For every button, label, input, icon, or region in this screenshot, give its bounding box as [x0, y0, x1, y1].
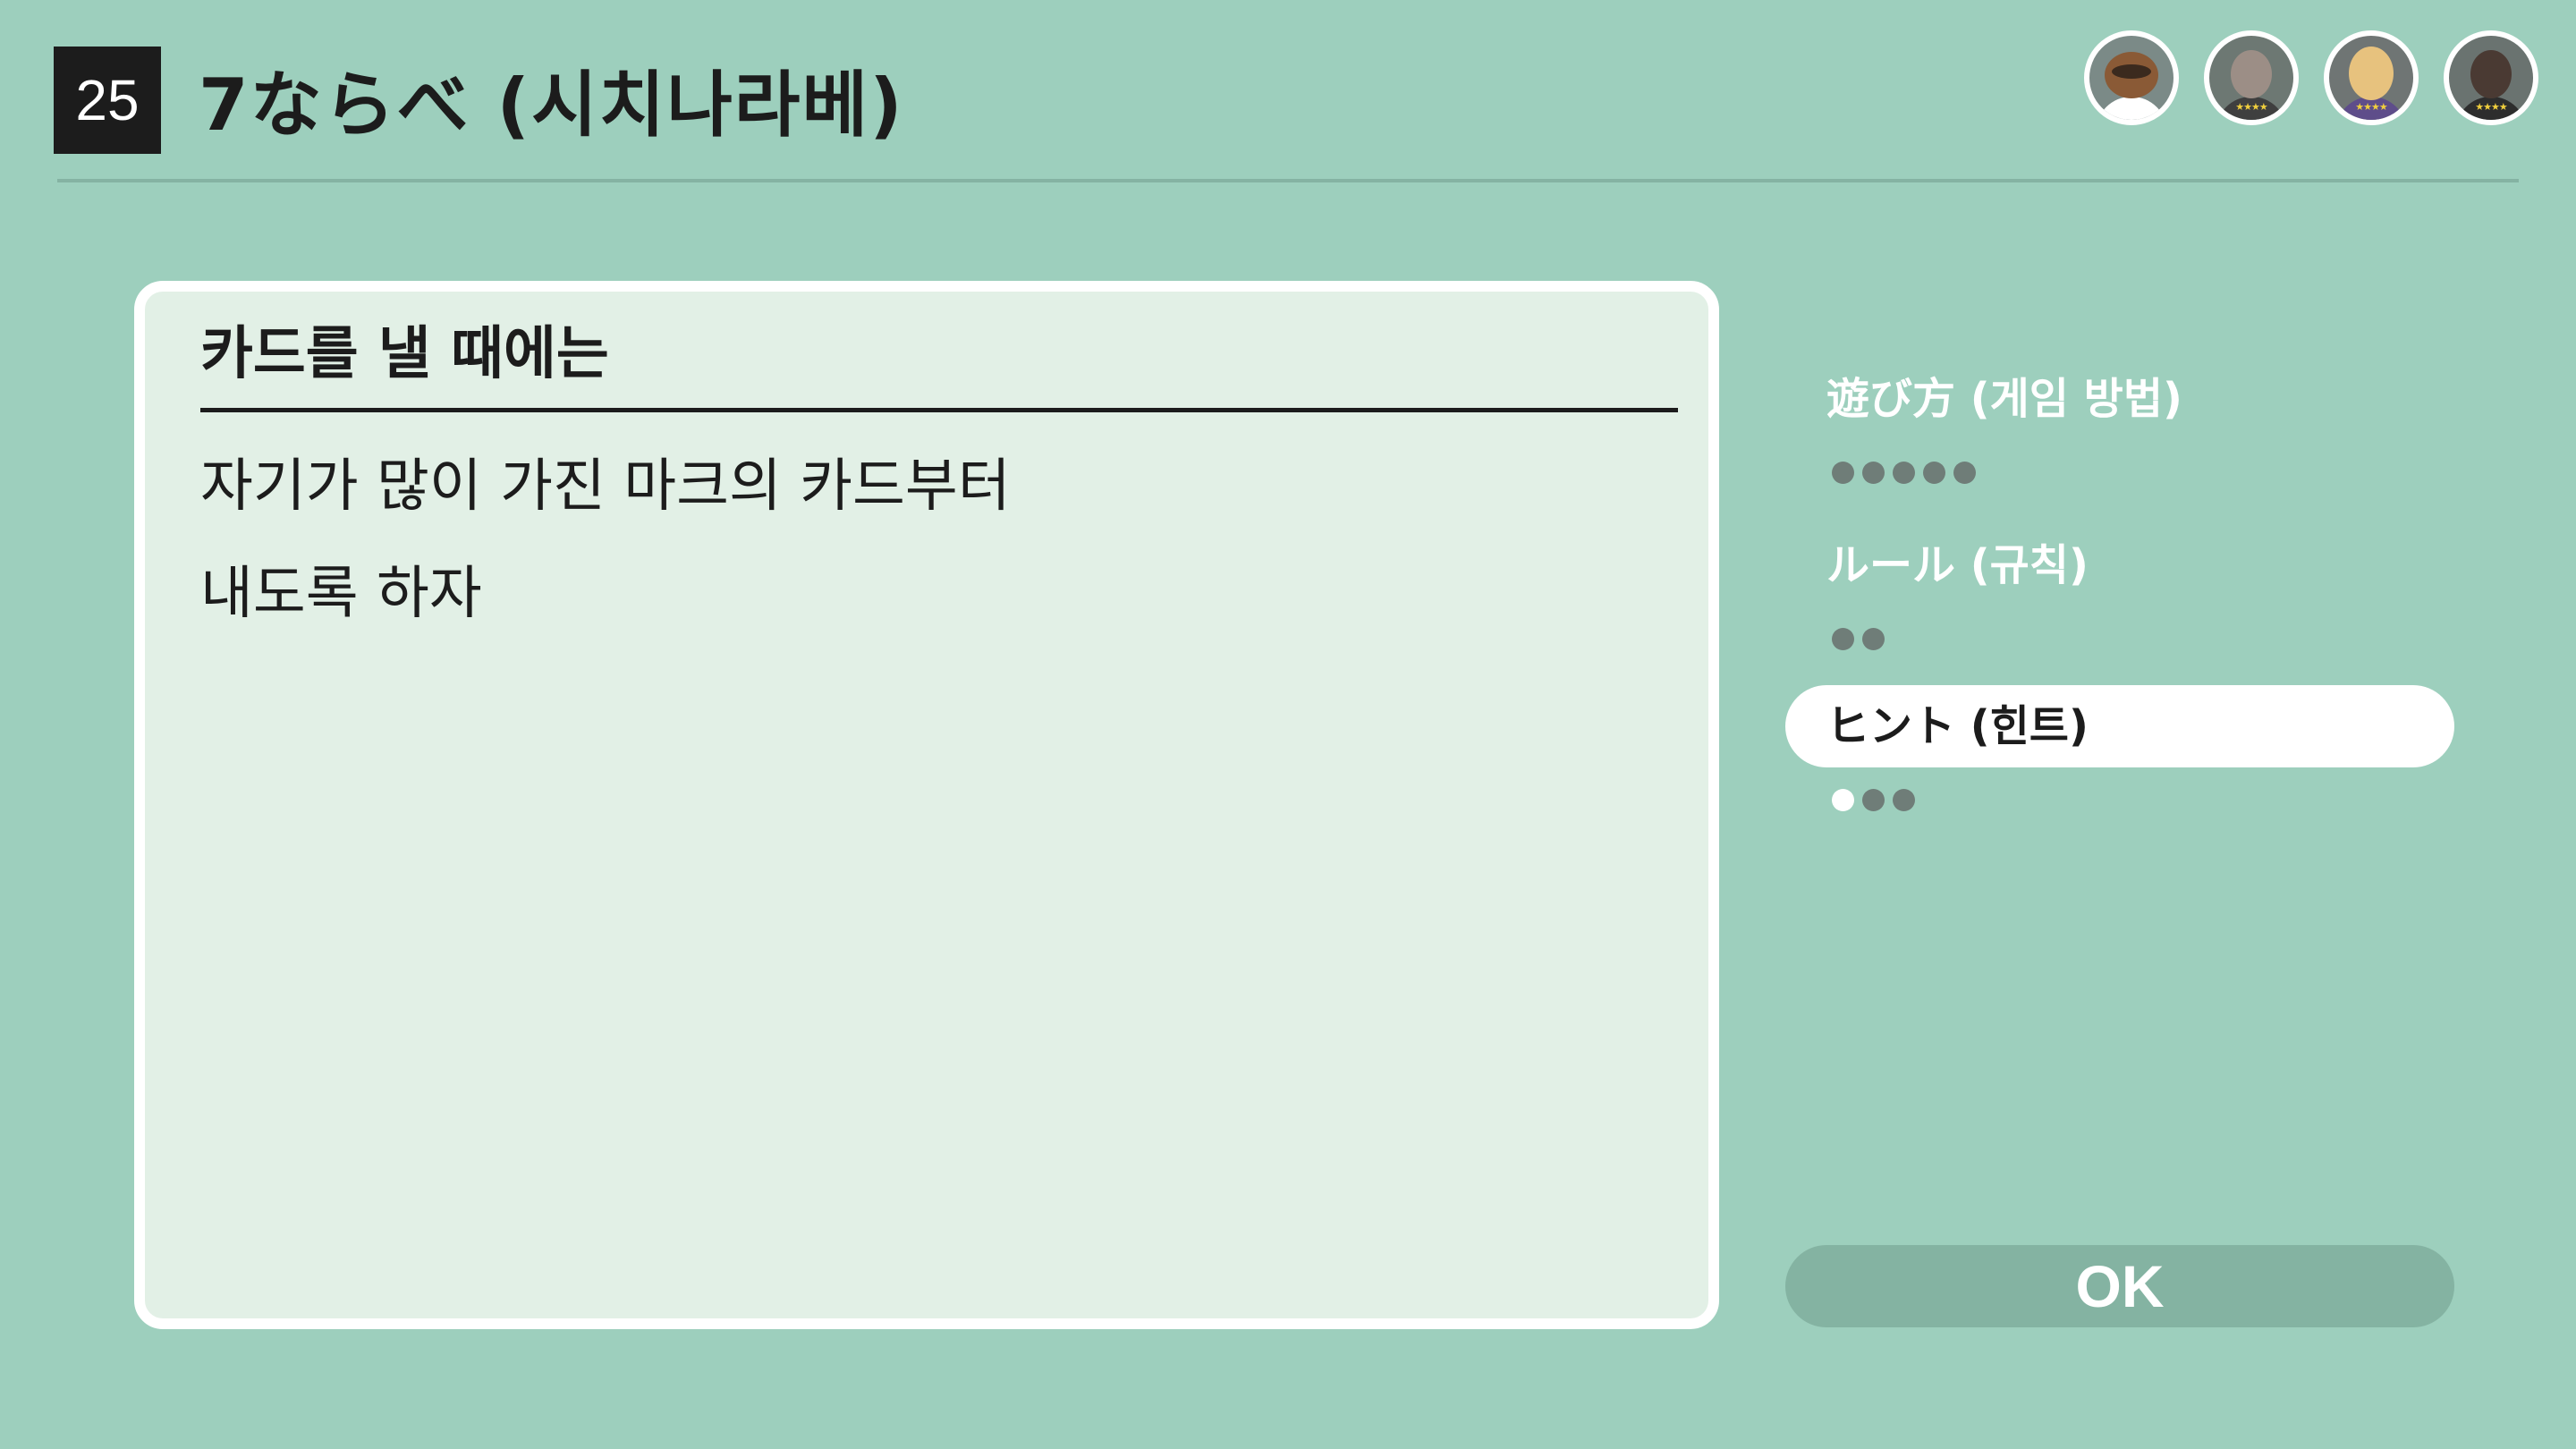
page-dot — [1953, 462, 1976, 484]
card-line: 자기가 많이 가진 마크의 카드부터 — [200, 453, 1011, 520]
menu-group-how-to-play: 遊び方 (게임 방법) — [1785, 358, 2456, 485]
help-menu: 遊び方 (게임 방법) ルール (규칙) ヒント (힌트) — [1785, 358, 2456, 852]
game-number-badge: 25 — [54, 47, 161, 154]
menu-item-label: ヒント (힌트) — [1826, 701, 2089, 751]
bearded-man-avatar-icon: ★★★★ — [2204, 30, 2299, 125]
page-dot — [1893, 462, 1915, 484]
page-dot-current — [1832, 789, 1854, 811]
menu-item-hints[interactable]: ヒント (힌트) — [1785, 685, 2454, 767]
menu-item-label: ルール (규칙) — [1826, 540, 2089, 590]
header: 25 7ならべ (시치나라베) ★★★★ ★★★★ ★★★★ — [0, 0, 2576, 188]
hint-card: 카드를 낼 때에는 자기가 많이 가진 마크의 카드부터 내도록 하자 — [134, 281, 1719, 1329]
page-dot — [1923, 462, 1945, 484]
ok-button[interactable]: OK — [1785, 1245, 2454, 1327]
menu-item-how-to-play[interactable]: 遊び方 (게임 방법) — [1785, 358, 2454, 440]
page-dot — [1832, 462, 1854, 484]
rank-stars-icon: ★★★★ — [2355, 101, 2387, 113]
page-dot — [1862, 628, 1885, 650]
page-dot — [1862, 462, 1885, 484]
page-indicator — [1832, 462, 2456, 485]
menu-item-rules[interactable]: ルール (규칙) — [1785, 524, 2454, 606]
game-title: 7ならべ (시치나라베) — [199, 64, 904, 147]
page-dot — [1862, 789, 1885, 811]
menu-group-rules: ルール (규칙) — [1785, 524, 2456, 651]
menu-item-label: 遊び方 (게임 방법) — [1826, 374, 2182, 424]
page-indicator — [1832, 628, 2456, 651]
header-divider — [57, 179, 2519, 182]
page-dot — [1893, 789, 1915, 811]
player-avatars: ★★★★ ★★★★ ★★★★ — [2084, 30, 2538, 125]
card-line: 내도록 하자 — [200, 561, 482, 627]
page-dot — [1832, 628, 1854, 650]
blonde-woman-avatar-icon: ★★★★ — [2324, 30, 2419, 125]
card-body: 자기가 많이 가진 마크의 카드부터 내도록 하자 — [200, 433, 1631, 648]
dark-man-avatar-icon: ★★★★ — [2444, 30, 2538, 125]
raccoon-avatar-icon — [2084, 30, 2179, 125]
card-heading: 카드를 낼 때에는 — [200, 311, 1678, 412]
rank-stars-icon: ★★★★ — [2475, 101, 2507, 113]
rank-stars-icon: ★★★★ — [2235, 101, 2267, 113]
page-indicator — [1832, 789, 2456, 812]
menu-group-hints: ヒント (힌트) — [1785, 685, 2456, 812]
